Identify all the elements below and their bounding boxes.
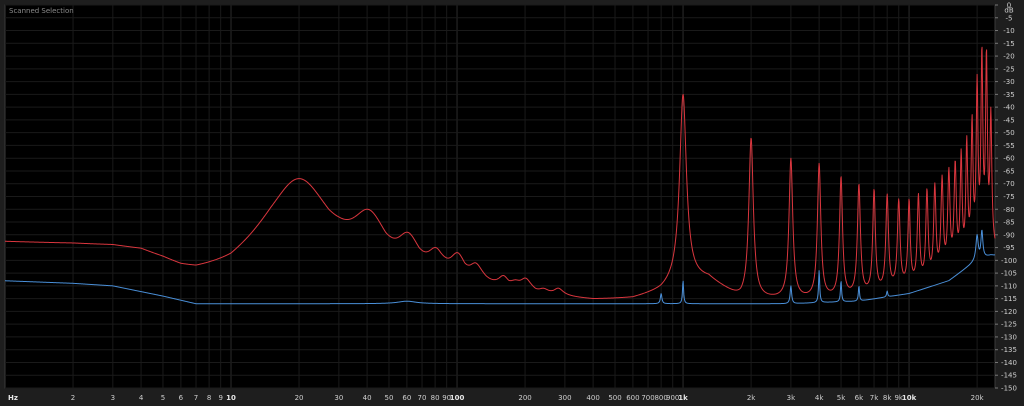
x-tick-label: 7 [194,394,198,402]
x-tick-label: 40 [363,394,372,402]
x-tick-label: 6 [179,394,184,402]
x-tick-label: 5 [161,394,165,402]
x-tick-label: 200 [518,394,531,402]
y-tick-label: -15 [1003,40,1014,48]
y-tick-label: -125 [1001,321,1017,329]
y-tick-label: -150 [1001,385,1017,393]
y-tick-label: -90 [1003,231,1014,239]
y-axis: dB0-5-10-15-20-25-30-35-40-45-50-55-60-6… [1001,2,1017,393]
x-tick-label: 4k [815,394,824,402]
x-tick-label: 7k [870,394,879,402]
y-tick-label: -40 [1003,104,1014,112]
x-tick-label: 3k [787,394,796,402]
y-tick-label: -130 [1001,333,1017,341]
y-tick-label: -20 [1003,53,1014,61]
x-tick-label: 6k [855,394,864,402]
y-tick-label: -50 [1003,129,1014,137]
x-tick-label: 4 [139,394,144,402]
y-tick-label: -140 [1001,359,1017,367]
y-tick-label: -45 [1003,116,1014,124]
x-tick-label: 70 [418,394,427,402]
y-tick-label: -80 [1003,206,1014,214]
y-tick-label: -60 [1003,155,1014,163]
y-tick-label: 0 [1007,2,1011,10]
y-tick-label: -145 [1001,372,1017,380]
y-tick-label: -115 [1001,295,1017,303]
y-tick-label: -135 [1001,346,1017,354]
y-tick-label: -30 [1003,78,1014,86]
y-tick-label: -70 [1003,180,1014,188]
y-tick-label: -75 [1003,193,1014,201]
x-tick-label: 2 [71,394,75,402]
x-tick-label: 80 [431,394,440,402]
y-tick-label: -95 [1003,244,1014,252]
y-tick-label: -55 [1003,142,1014,150]
x-tick-label: 500 [608,394,621,402]
x-tick-label: 20k [971,394,985,402]
y-tick-label: -35 [1003,91,1014,99]
y-tick-label: -105 [1001,270,1017,278]
y-tick-label: -85 [1003,219,1014,227]
x-tick-label: 700 [641,394,654,402]
x-tick-label: 300 [558,394,571,402]
x-tick-label: 60 [402,394,411,402]
x-tick-label: 600 [626,394,639,402]
x-tick-label: 100 [450,394,465,402]
x-tick-label: 400 [586,394,599,402]
x-tick-label: 9 [218,394,222,402]
y-tick-label: -10 [1003,27,1014,35]
y-tick-label: -120 [1001,308,1017,316]
x-tick-label: 8k [883,394,892,402]
y-tick-label: -110 [1001,282,1017,290]
x-tick-label: 8 [207,394,211,402]
x-tick-label: 10 [226,394,236,402]
x-tick-label: Hz [8,394,18,402]
x-tick-label: 10k [902,394,917,402]
chart-title: Scanned Selection [9,7,74,15]
y-tick-label: -100 [1001,257,1017,265]
y-tick-label: -5 [1006,14,1013,22]
x-tick-label: 1k [678,394,688,402]
y-tick-label: -25 [1003,65,1014,73]
x-tick-label: 2k [747,394,756,402]
x-tick-label: 3 [111,394,115,402]
spectrum-window: dB 0 -5 -10 -15 -20 -25 -30 -35 -40 -45 -50 -55 -60 -6… [0,0,1024,406]
x-tick-label: 5k [837,394,846,402]
x-tick-label: 20 [295,394,304,402]
frequency-spectrum-chart: dB0-5-10-15-20-25-30-35-40-45-50-55-60-6… [0,0,1024,406]
y-tick-label: -65 [1003,167,1014,175]
x-tick-label: 30 [334,394,343,402]
x-tick-label: 50 [385,394,394,402]
